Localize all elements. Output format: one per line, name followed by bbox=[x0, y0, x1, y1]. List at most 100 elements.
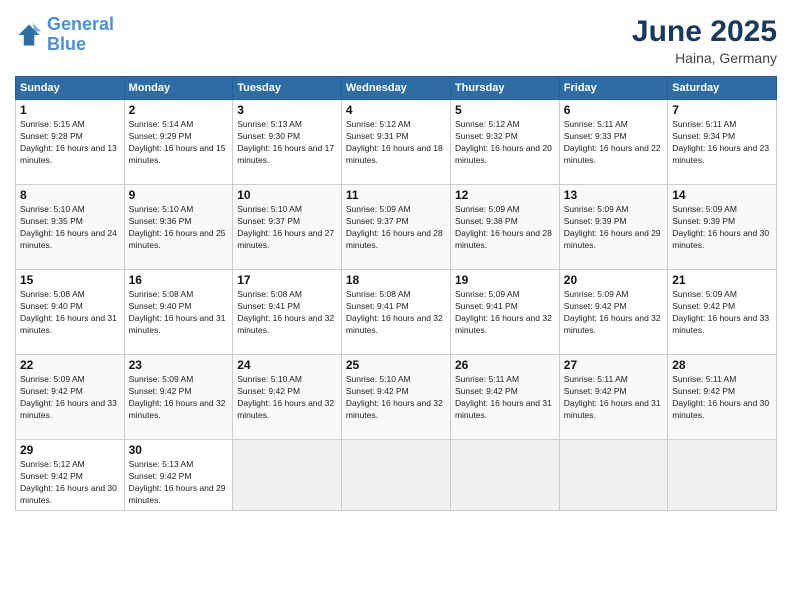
calendar-cell: 18 Sunrise: 5:08 AMSunset: 9:41 PMDaylig… bbox=[341, 270, 450, 355]
day-number: 10 bbox=[237, 188, 337, 202]
day-info: Sunrise: 5:09 AMSunset: 9:41 PMDaylight:… bbox=[455, 289, 555, 337]
day-info: Sunrise: 5:10 AMSunset: 9:35 PMDaylight:… bbox=[20, 204, 120, 252]
calendar-week-1: 1 Sunrise: 5:15 AMSunset: 9:28 PMDayligh… bbox=[16, 100, 777, 185]
day-info: Sunrise: 5:10 AMSunset: 9:36 PMDaylight:… bbox=[129, 204, 229, 252]
col-friday: Friday bbox=[559, 77, 667, 100]
calendar-cell: 21 Sunrise: 5:09 AMSunset: 9:42 PMDaylig… bbox=[668, 270, 777, 355]
calendar-cell: 5 Sunrise: 5:12 AMSunset: 9:32 PMDayligh… bbox=[450, 100, 559, 185]
logo-icon bbox=[15, 21, 43, 49]
day-number: 22 bbox=[20, 358, 120, 372]
day-number: 13 bbox=[564, 188, 663, 202]
calendar-cell: 28 Sunrise: 5:11 AMSunset: 9:42 PMDaylig… bbox=[668, 355, 777, 440]
calendar-cell: 12 Sunrise: 5:09 AMSunset: 9:38 PMDaylig… bbox=[450, 185, 559, 270]
day-number: 20 bbox=[564, 273, 663, 287]
calendar-cell: 1 Sunrise: 5:15 AMSunset: 9:28 PMDayligh… bbox=[16, 100, 125, 185]
logo-text: General Blue bbox=[47, 15, 114, 55]
day-number: 18 bbox=[346, 273, 446, 287]
calendar-cell: 15 Sunrise: 5:08 AMSunset: 9:40 PMDaylig… bbox=[16, 270, 125, 355]
calendar-cell: 20 Sunrise: 5:09 AMSunset: 9:42 PMDaylig… bbox=[559, 270, 667, 355]
day-info: Sunrise: 5:08 AMSunset: 9:41 PMDaylight:… bbox=[346, 289, 446, 337]
day-number: 17 bbox=[237, 273, 337, 287]
calendar-body: 1 Sunrise: 5:15 AMSunset: 9:28 PMDayligh… bbox=[16, 100, 777, 511]
day-info: Sunrise: 5:08 AMSunset: 9:40 PMDaylight:… bbox=[129, 289, 229, 337]
day-number: 8 bbox=[20, 188, 120, 202]
calendar-week-2: 8 Sunrise: 5:10 AMSunset: 9:35 PMDayligh… bbox=[16, 185, 777, 270]
day-info: Sunrise: 5:08 AMSunset: 9:40 PMDaylight:… bbox=[20, 289, 120, 337]
calendar-cell bbox=[668, 440, 777, 511]
day-info: Sunrise: 5:09 AMSunset: 9:38 PMDaylight:… bbox=[455, 204, 555, 252]
day-info: Sunrise: 5:09 AMSunset: 9:42 PMDaylight:… bbox=[129, 374, 229, 422]
day-info: Sunrise: 5:11 AMSunset: 9:33 PMDaylight:… bbox=[564, 119, 663, 167]
day-number: 14 bbox=[672, 188, 772, 202]
calendar-cell: 14 Sunrise: 5:09 AMSunset: 9:39 PMDaylig… bbox=[668, 185, 777, 270]
col-saturday: Saturday bbox=[668, 77, 777, 100]
day-number: 19 bbox=[455, 273, 555, 287]
title-block: June 2025 Haina, Germany bbox=[632, 15, 777, 66]
page: General Blue June 2025 Haina, Germany Su… bbox=[0, 0, 792, 612]
day-number: 16 bbox=[129, 273, 229, 287]
day-number: 28 bbox=[672, 358, 772, 372]
day-number: 26 bbox=[455, 358, 555, 372]
calendar-cell: 10 Sunrise: 5:10 AMSunset: 9:37 PMDaylig… bbox=[233, 185, 342, 270]
day-info: Sunrise: 5:14 AMSunset: 9:29 PMDaylight:… bbox=[129, 119, 229, 167]
day-info: Sunrise: 5:10 AMSunset: 9:42 PMDaylight:… bbox=[346, 374, 446, 422]
col-tuesday: Tuesday bbox=[233, 77, 342, 100]
calendar-cell: 30 Sunrise: 5:13 AMSunset: 9:42 PMDaylig… bbox=[124, 440, 233, 511]
day-number: 25 bbox=[346, 358, 446, 372]
header-row: Sunday Monday Tuesday Wednesday Thursday… bbox=[16, 77, 777, 100]
calendar-cell bbox=[341, 440, 450, 511]
day-number: 29 bbox=[20, 443, 120, 457]
day-info: Sunrise: 5:10 AMSunset: 9:42 PMDaylight:… bbox=[237, 374, 337, 422]
calendar-cell: 23 Sunrise: 5:09 AMSunset: 9:42 PMDaylig… bbox=[124, 355, 233, 440]
day-info: Sunrise: 5:09 AMSunset: 9:42 PMDaylight:… bbox=[672, 289, 772, 337]
day-number: 24 bbox=[237, 358, 337, 372]
day-number: 4 bbox=[346, 103, 446, 117]
day-info: Sunrise: 5:09 AMSunset: 9:42 PMDaylight:… bbox=[20, 374, 120, 422]
logo: General Blue bbox=[15, 15, 114, 55]
calendar-cell bbox=[450, 440, 559, 511]
calendar-cell: 26 Sunrise: 5:11 AMSunset: 9:42 PMDaylig… bbox=[450, 355, 559, 440]
day-number: 15 bbox=[20, 273, 120, 287]
day-number: 30 bbox=[129, 443, 229, 457]
calendar-cell: 17 Sunrise: 5:08 AMSunset: 9:41 PMDaylig… bbox=[233, 270, 342, 355]
calendar-cell: 4 Sunrise: 5:12 AMSunset: 9:31 PMDayligh… bbox=[341, 100, 450, 185]
day-info: Sunrise: 5:10 AMSunset: 9:37 PMDaylight:… bbox=[237, 204, 337, 252]
day-info: Sunrise: 5:11 AMSunset: 9:34 PMDaylight:… bbox=[672, 119, 772, 167]
day-info: Sunrise: 5:15 AMSunset: 9:28 PMDaylight:… bbox=[20, 119, 120, 167]
calendar-cell bbox=[233, 440, 342, 511]
month-title: June 2025 bbox=[632, 15, 777, 48]
location: Haina, Germany bbox=[632, 50, 777, 66]
day-info: Sunrise: 5:09 AMSunset: 9:42 PMDaylight:… bbox=[564, 289, 663, 337]
calendar-cell: 9 Sunrise: 5:10 AMSunset: 9:36 PMDayligh… bbox=[124, 185, 233, 270]
day-info: Sunrise: 5:11 AMSunset: 9:42 PMDaylight:… bbox=[672, 374, 772, 422]
logo-line2: Blue bbox=[47, 34, 86, 54]
day-number: 3 bbox=[237, 103, 337, 117]
day-number: 2 bbox=[129, 103, 229, 117]
day-number: 5 bbox=[455, 103, 555, 117]
day-info: Sunrise: 5:08 AMSunset: 9:41 PMDaylight:… bbox=[237, 289, 337, 337]
calendar-cell: 27 Sunrise: 5:11 AMSunset: 9:42 PMDaylig… bbox=[559, 355, 667, 440]
calendar-week-5: 29 Sunrise: 5:12 AMSunset: 9:42 PMDaylig… bbox=[16, 440, 777, 511]
day-number: 23 bbox=[129, 358, 229, 372]
calendar-header: Sunday Monday Tuesday Wednesday Thursday… bbox=[16, 77, 777, 100]
day-info: Sunrise: 5:12 AMSunset: 9:42 PMDaylight:… bbox=[20, 459, 120, 507]
calendar-cell: 19 Sunrise: 5:09 AMSunset: 9:41 PMDaylig… bbox=[450, 270, 559, 355]
day-info: Sunrise: 5:11 AMSunset: 9:42 PMDaylight:… bbox=[455, 374, 555, 422]
day-number: 27 bbox=[564, 358, 663, 372]
calendar-cell: 22 Sunrise: 5:09 AMSunset: 9:42 PMDaylig… bbox=[16, 355, 125, 440]
calendar-cell: 3 Sunrise: 5:13 AMSunset: 9:30 PMDayligh… bbox=[233, 100, 342, 185]
col-sunday: Sunday bbox=[16, 77, 125, 100]
day-number: 12 bbox=[455, 188, 555, 202]
day-number: 1 bbox=[20, 103, 120, 117]
calendar-table: Sunday Monday Tuesday Wednesday Thursday… bbox=[15, 76, 777, 511]
col-thursday: Thursday bbox=[450, 77, 559, 100]
day-info: Sunrise: 5:13 AMSunset: 9:42 PMDaylight:… bbox=[129, 459, 229, 507]
calendar-cell: 7 Sunrise: 5:11 AMSunset: 9:34 PMDayligh… bbox=[668, 100, 777, 185]
calendar-cell: 25 Sunrise: 5:10 AMSunset: 9:42 PMDaylig… bbox=[341, 355, 450, 440]
logo-line1: General bbox=[47, 14, 114, 34]
calendar-week-3: 15 Sunrise: 5:08 AMSunset: 9:40 PMDaylig… bbox=[16, 270, 777, 355]
day-info: Sunrise: 5:12 AMSunset: 9:32 PMDaylight:… bbox=[455, 119, 555, 167]
calendar-cell bbox=[559, 440, 667, 511]
calendar-cell: 13 Sunrise: 5:09 AMSunset: 9:39 PMDaylig… bbox=[559, 185, 667, 270]
day-number: 7 bbox=[672, 103, 772, 117]
